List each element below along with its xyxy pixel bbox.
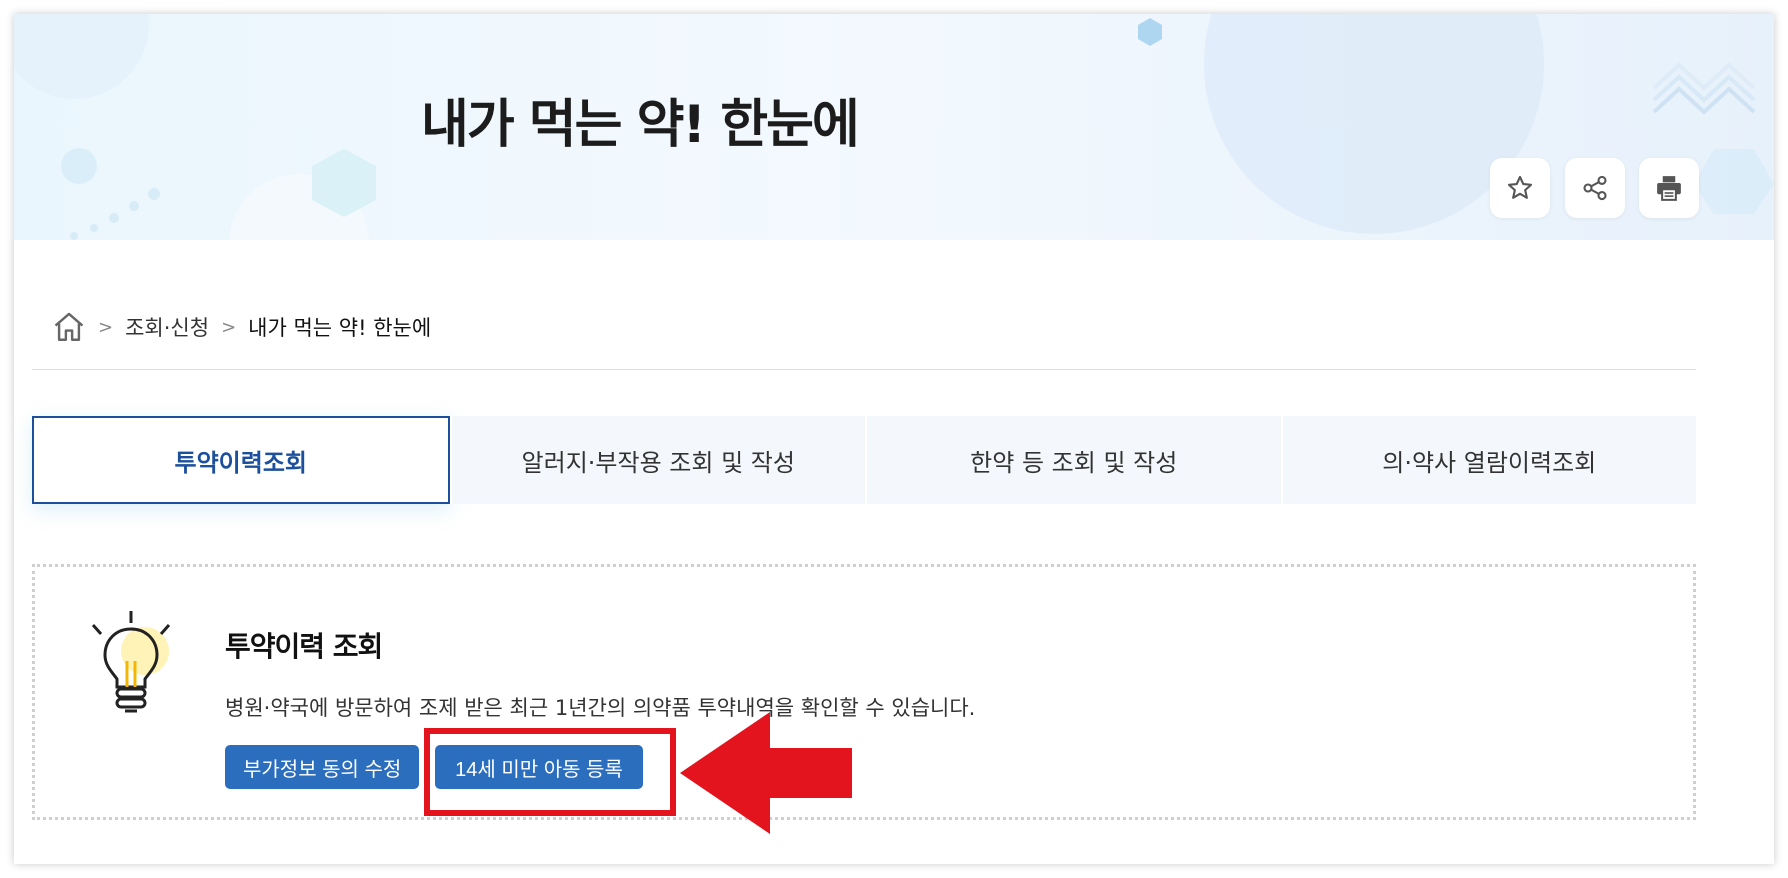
lightbulb-icon [91, 611, 171, 713]
printer-icon [1657, 176, 1681, 201]
info-box: 투약이력 조회 병원·약국에 방문하여 조제 받은 최근 1년간의 의약품 투약… [32, 564, 1696, 820]
tab-access-history[interactable]: 의·약사 열람이력조회 [1280, 416, 1696, 504]
breadcrumb: > 조회·신청 > 내가 먹는 약! 한눈에 [52, 309, 431, 345]
page-frame: 내가 먹는 약! 한눈에 > 조회·신청 > 내가 먹는 약! 한눈에 투약이력… [14, 14, 1774, 864]
breadcrumb-divider [32, 369, 1696, 370]
breadcrumb-item-current: 내가 먹는 약! 한눈에 [248, 316, 432, 340]
share-button[interactable] [1565, 158, 1625, 218]
share-icon [1583, 175, 1607, 201]
consent-edit-button[interactable]: 부가정보 동의 수정 [225, 745, 420, 789]
arrow-left-icon [680, 712, 852, 834]
home-icon[interactable] [52, 310, 86, 344]
highlight-box [424, 728, 676, 816]
page-title: 내가 먹는 약! 한눈에 [421, 95, 860, 155]
page-banner: 내가 먹는 약! 한눈에 [14, 14, 1774, 240]
chevron-right-icon: > [98, 316, 114, 338]
info-title: 투약이력 조회 [225, 630, 383, 663]
info-description: 병원·약국에 방문하여 조제 받은 최근 1년간의 의약품 투약내역을 확인할 … [225, 696, 976, 720]
favorite-button[interactable] [1490, 158, 1550, 218]
tab-herbal-medicine[interactable]: 한약 등 조회 및 작성 [865, 416, 1281, 504]
breadcrumb-item-inquiry[interactable]: 조회·신청 [125, 312, 209, 342]
chevron-right-icon: > [221, 316, 237, 338]
print-button[interactable] [1639, 158, 1699, 218]
star-icon [1507, 175, 1533, 199]
tab-medication-history[interactable]: 투약이력조회 [32, 416, 450, 504]
tab-bar: 투약이력조회 알러지·부작용 조회 및 작성 한약 등 조회 및 작성 의·약사… [32, 416, 1696, 504]
tab-allergy-side-effects[interactable]: 알러지·부작용 조회 및 작성 [449, 416, 865, 504]
